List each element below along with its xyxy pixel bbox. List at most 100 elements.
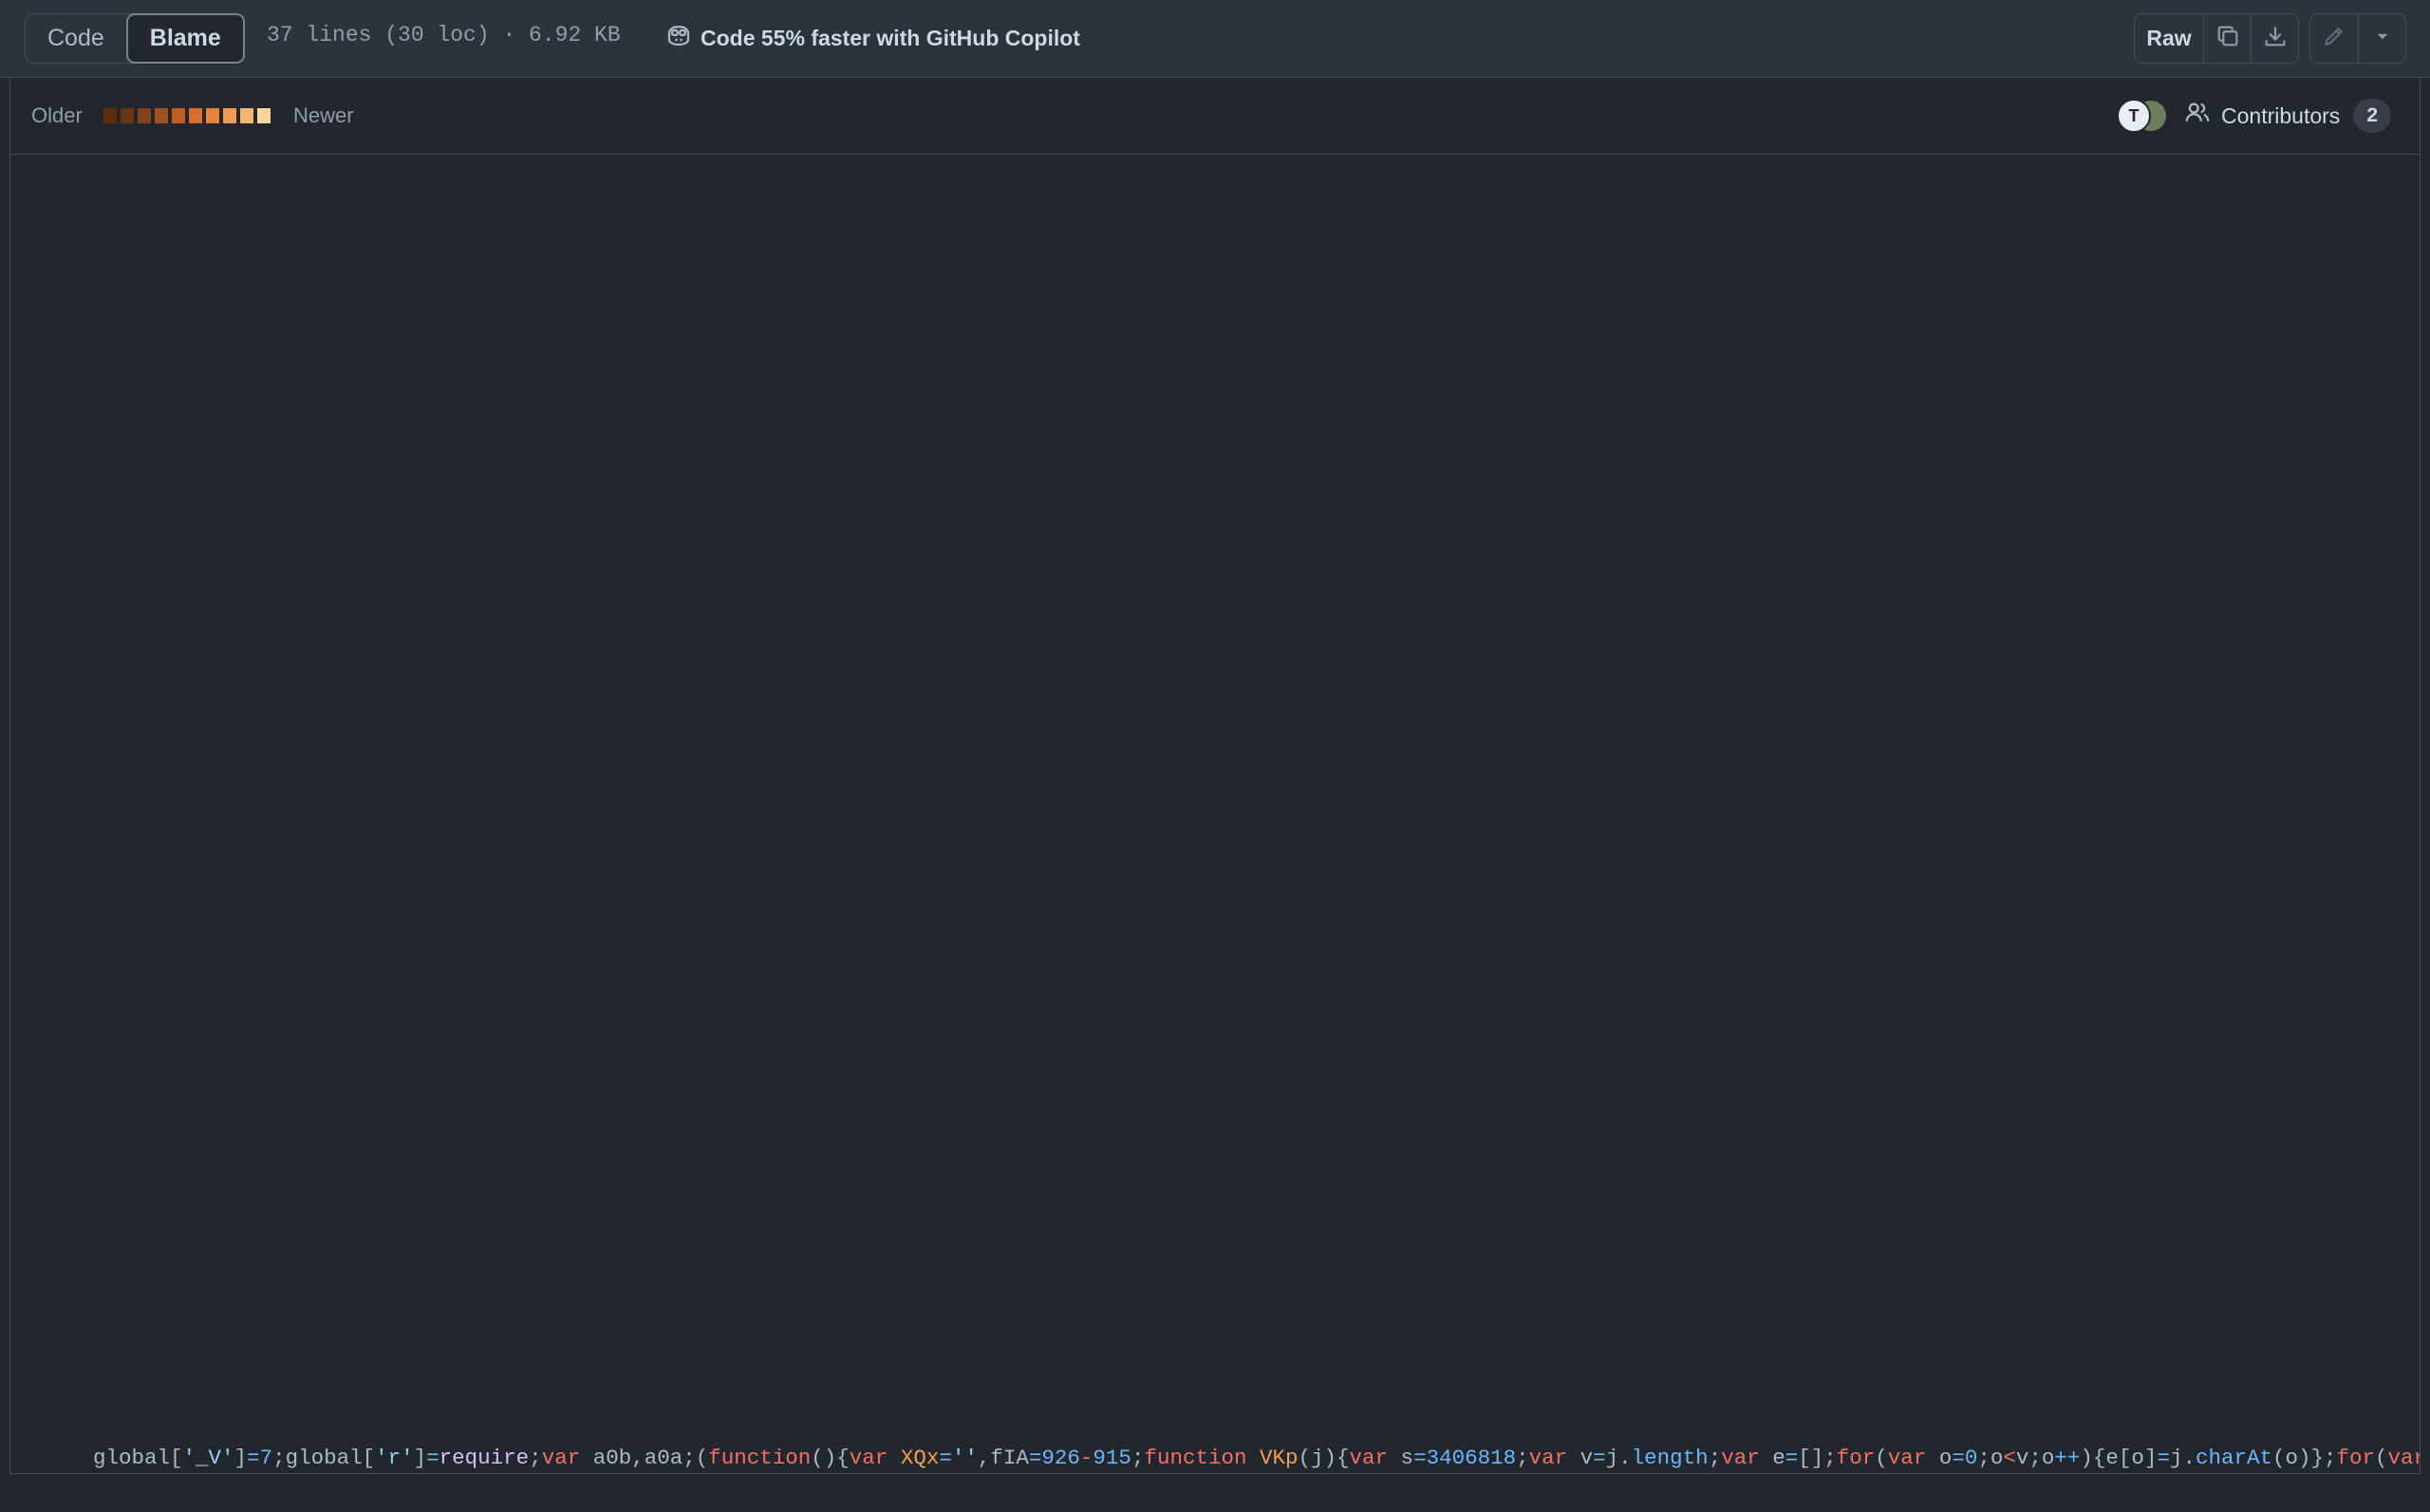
view-mode-segmented-control: Code Blame	[25, 13, 245, 64]
blame-age-swatch	[138, 108, 151, 123]
code-token: var	[1349, 1446, 1389, 1470]
avatar[interactable]: T	[2117, 99, 2152, 133]
code-token: charAt	[2195, 1446, 2272, 1470]
code-token: <	[2003, 1446, 2016, 1470]
code-token: 7	[259, 1446, 273, 1470]
code-token: var	[2387, 1446, 2420, 1470]
blame-age-swatch	[121, 108, 134, 123]
blame-code-view: global['_V']=7;global['r']=require;var a…	[9, 155, 2421, 1474]
code-token: 0	[1964, 1446, 1978, 1470]
copy-icon	[2215, 23, 2241, 54]
edit-actions-group	[2309, 13, 2406, 64]
code-token: for	[2336, 1446, 2376, 1470]
contributors-count-badge: 2	[2353, 99, 2391, 133]
code-token: length	[1631, 1446, 1709, 1470]
code-token: 3406818	[1426, 1446, 1517, 1470]
code-token: ;	[529, 1446, 542, 1470]
code-token: function	[708, 1446, 812, 1470]
code-token: var	[541, 1446, 581, 1470]
legend-newer-label: Newer	[293, 103, 354, 127]
blame-age-swatch	[240, 108, 253, 123]
code-token: o	[1926, 1446, 1953, 1470]
copilot-promo-link[interactable]: Code 55% faster with GitHub Copilot	[664, 21, 1080, 55]
raw-actions-group: Raw	[2134, 13, 2299, 64]
code-token: =	[1028, 1446, 1042, 1470]
code-token: ){e[o]	[2080, 1446, 2158, 1470]
code-token: ++	[2054, 1446, 2081, 1470]
code-token: [];	[1798, 1446, 1837, 1470]
code-token: (	[2375, 1446, 2388, 1470]
file-toolbar: Code Blame 37 lines (30 loc) · 6.92 KB C…	[0, 0, 2430, 78]
more-edit-options-button[interactable]	[2358, 14, 2405, 63]
code-token: =	[1593, 1446, 1606, 1470]
code-token: =	[426, 1446, 439, 1470]
code-token: '_V'	[182, 1446, 234, 1470]
code-token: (){	[811, 1446, 850, 1470]
code-token: var	[849, 1446, 888, 1470]
code-token: for	[1836, 1446, 1876, 1470]
code-token: v;o	[2015, 1446, 2055, 1470]
edit-file-button[interactable]	[2310, 14, 2358, 63]
download-button[interactable]	[2251, 14, 2298, 63]
code-token: 'r'	[375, 1446, 414, 1470]
code-token: ;o	[1977, 1446, 2004, 1470]
pencil-icon	[2322, 24, 2346, 53]
people-icon	[2183, 99, 2212, 133]
code-token: ,fIA	[977, 1446, 1029, 1470]
code-token: function	[1144, 1446, 1247, 1470]
tab-code[interactable]: Code	[26, 14, 126, 63]
raw-button[interactable]: Raw	[2135, 14, 2203, 63]
code-token: ]	[413, 1446, 427, 1470]
code-token: =	[1785, 1446, 1799, 1470]
triangle-down-icon	[2370, 24, 2395, 53]
blame-age-swatch	[155, 108, 168, 123]
code-token: (j){	[1298, 1446, 1350, 1470]
code-token: ]	[234, 1446, 248, 1470]
code-token: =	[247, 1446, 260, 1470]
contributor-avatars[interactable]: T	[2117, 97, 2170, 135]
code-token: 915	[1093, 1446, 1131, 1470]
blame-age-swatch	[257, 108, 271, 123]
tab-blame[interactable]: Blame	[125, 13, 245, 64]
blame-age-swatch	[189, 108, 202, 123]
code-token: VKp	[1260, 1446, 1299, 1470]
contributors-link[interactable]: Contributors	[2183, 99, 2340, 133]
code-token: (o)};	[2271, 1446, 2337, 1470]
contributors-label: Contributors	[2221, 103, 2341, 128]
copilot-promo-label: Code 55% faster with GitHub Copilot	[701, 25, 1080, 50]
code-token: var	[1721, 1446, 1760, 1470]
code-token: ;	[1516, 1446, 1529, 1470]
code-token: a0b,a0a;(	[580, 1446, 709, 1470]
code-token: require	[439, 1446, 530, 1470]
blame-age-swatch	[172, 108, 185, 123]
code-token: (	[1875, 1446, 1888, 1470]
code-token: j.	[2169, 1446, 2196, 1470]
legend-older-label: Older	[31, 103, 83, 127]
code-token: e	[1759, 1446, 1785, 1470]
code-token: v	[1567, 1446, 1594, 1470]
copy-raw-button[interactable]	[2203, 14, 2251, 63]
code-token: 926	[1041, 1446, 1080, 1470]
code-token: j.	[1605, 1446, 1632, 1470]
blame-age-swatch	[223, 108, 236, 123]
file-stats: 37 lines (30 loc) · 6.92 KB	[267, 23, 621, 47]
code-line: global['_V']=7;global['r']=require;var a…	[93, 1444, 2420, 1472]
blame-age-swatch	[206, 108, 219, 123]
blame-age-swatch	[103, 108, 117, 123]
code-token: -	[1079, 1446, 1094, 1470]
code-token: =	[1952, 1446, 1965, 1470]
code-token: var	[1528, 1446, 1568, 1470]
contributors-section[interactable]: T Contributors 2	[2117, 97, 2391, 135]
code-token: XQx	[900, 1446, 940, 1470]
copilot-icon	[664, 21, 693, 55]
blame-age-swatches	[103, 108, 271, 123]
code-token: =	[939, 1446, 952, 1470]
code-token: ''	[951, 1446, 978, 1470]
code-token: ;	[1131, 1446, 1145, 1470]
code-token: var	[1887, 1446, 1927, 1470]
download-icon	[2262, 23, 2289, 54]
code-token: =	[2157, 1446, 2170, 1470]
blame-legend-bar: Older Newer T Contributors 2	[9, 78, 2421, 155]
